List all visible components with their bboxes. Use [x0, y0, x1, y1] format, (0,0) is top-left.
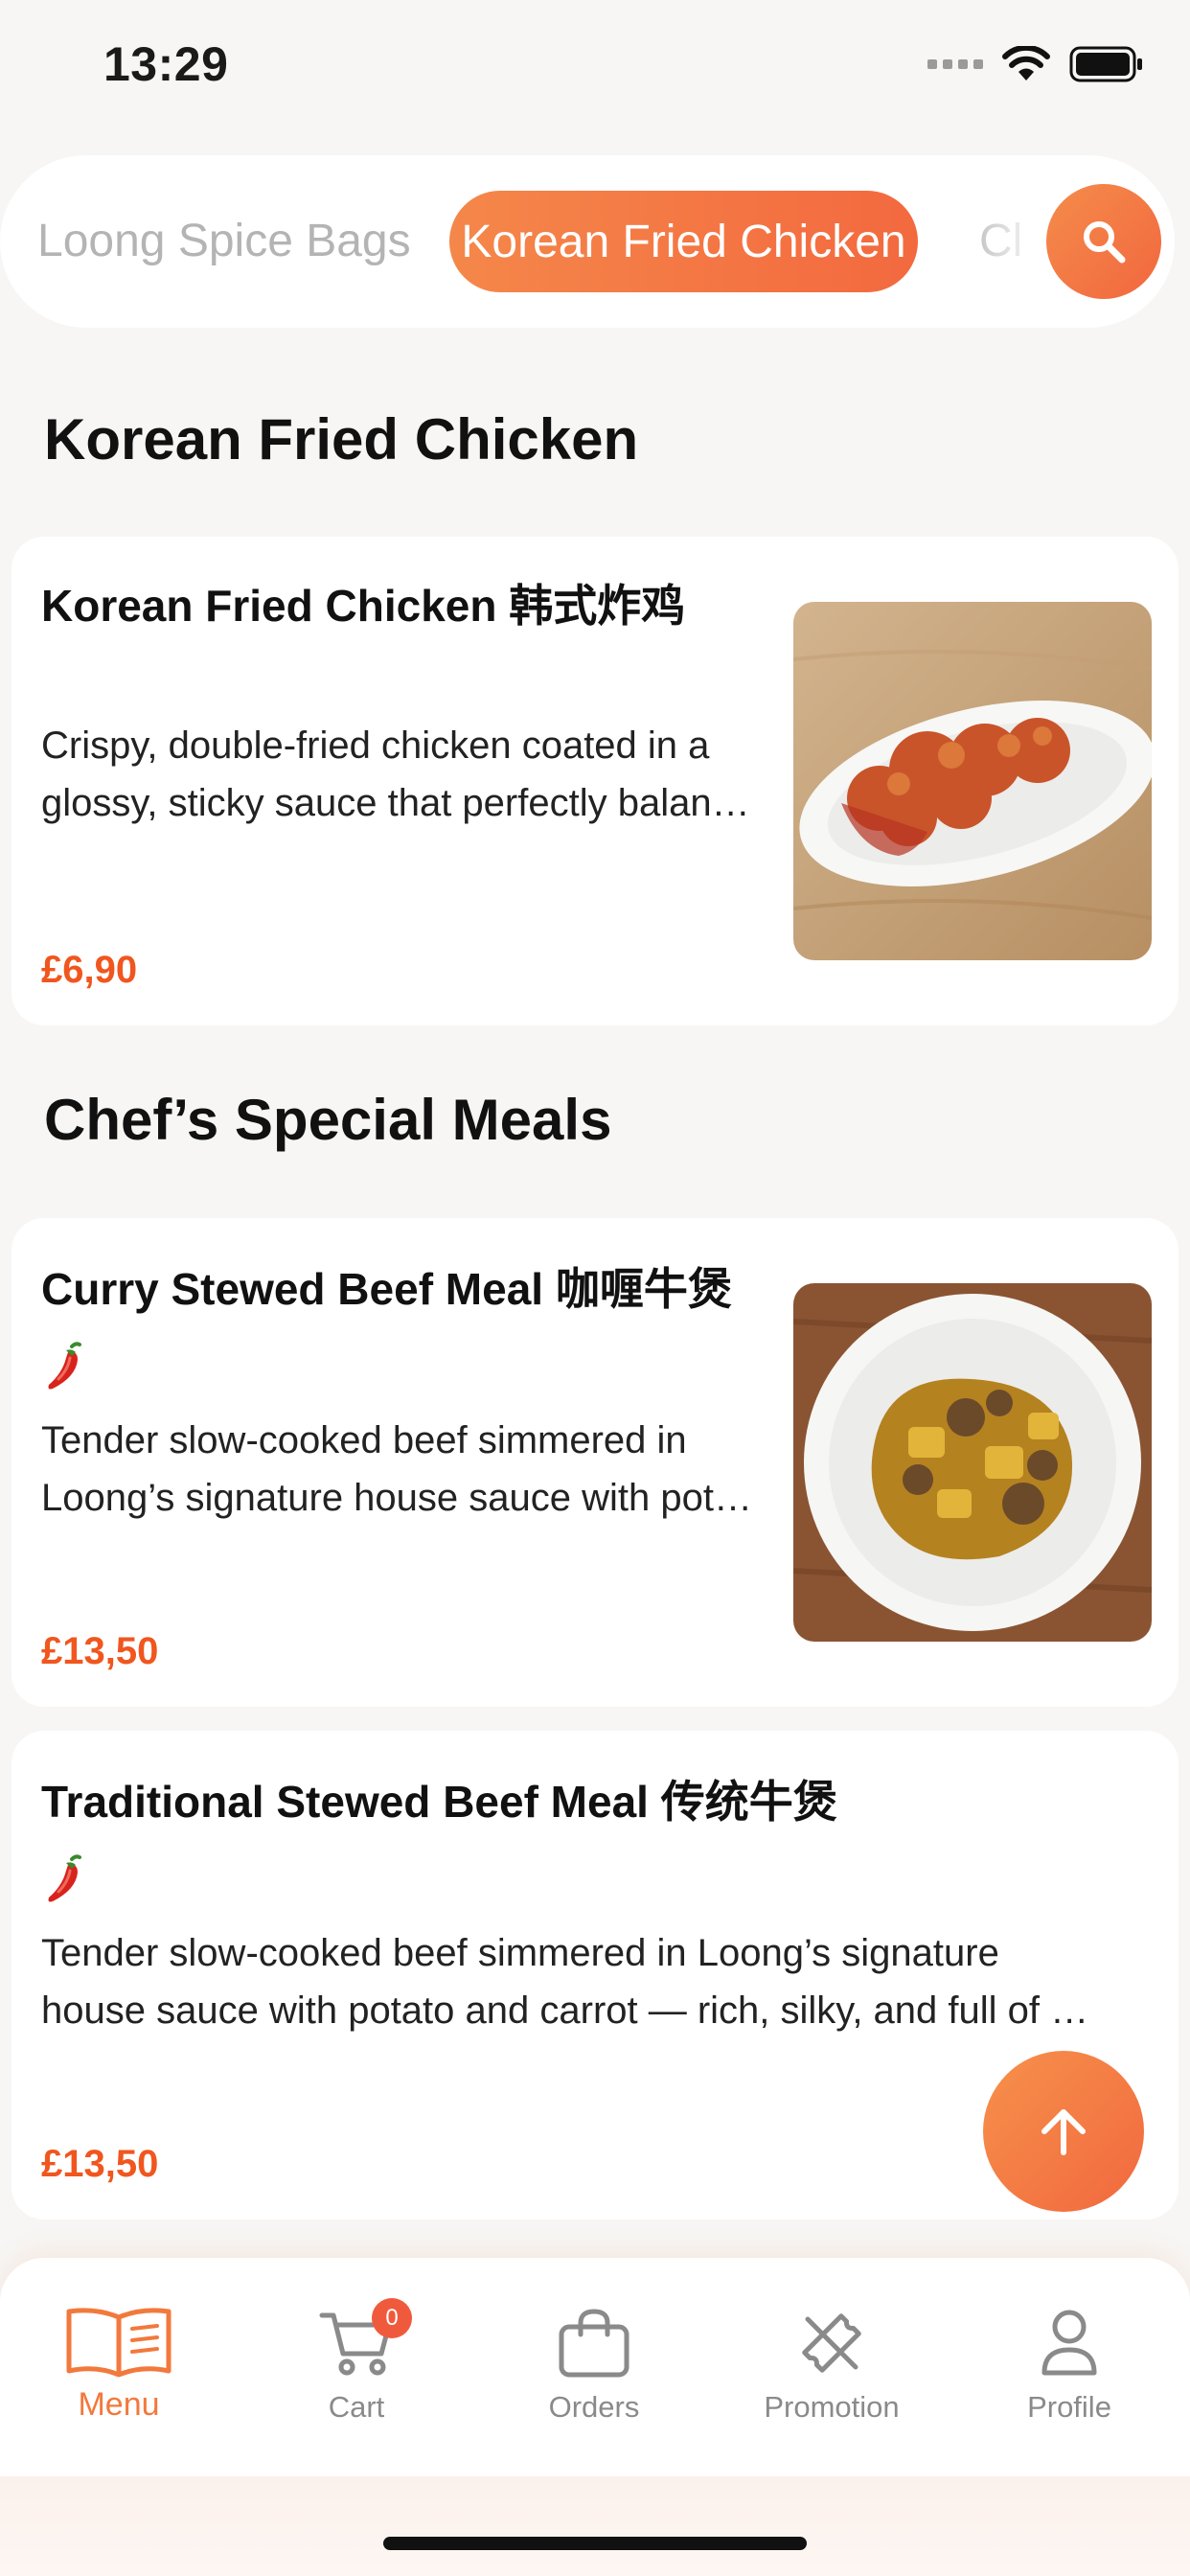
- status-icons: [927, 42, 1144, 86]
- tab-orders[interactable]: Orders: [475, 2258, 713, 2476]
- book-open-icon: [66, 2308, 172, 2378]
- bottom-safe-area: [0, 2476, 1190, 2576]
- ticket-icon: [802, 2313, 861, 2373]
- tab-menu[interactable]: Menu: [0, 2258, 238, 2476]
- item-name: Curry Stewed Beef Meal 咖喱牛煲: [41, 1264, 732, 1314]
- item-price: £6,90: [41, 949, 138, 991]
- bottom-tab-bar: Menu 0 Cart Orders Promotion Profile: [0, 2258, 1190, 2476]
- category-tab-loong-spice-bags[interactable]: Loong Spice Bags: [37, 155, 411, 328]
- cart-badge: 0: [372, 2298, 412, 2338]
- shopping-bag-icon: [559, 2309, 629, 2378]
- section-title-korean-fried-chicken: Korean Fried Chicken: [44, 407, 639, 472]
- status-time: 13:29: [103, 37, 229, 91]
- tab-label: Menu: [78, 2386, 160, 2423]
- chili-pepper-icon: [48, 1342, 81, 1390]
- item-description: Tender slow-cooked beef simmered in Loon…: [41, 1932, 1089, 2032]
- wifi-icon: [1002, 46, 1050, 80]
- item-description: Tender slow-cooked beef simmered in Loon…: [41, 1419, 752, 1519]
- cellular-signal-icon: [927, 59, 983, 69]
- item-price: £13,50: [41, 1630, 159, 1672]
- tab-label: Cart: [328, 2390, 385, 2424]
- person-icon: [1041, 2310, 1097, 2376]
- home-indicator[interactable]: [383, 2537, 807, 2550]
- tab-cart[interactable]: 0 Cart: [238, 2258, 475, 2476]
- search-button[interactable]: [1046, 184, 1161, 299]
- category-tab-korean-fried-chicken[interactable]: Korean Fried Chicken: [449, 191, 918, 292]
- tab-label: Orders: [548, 2390, 640, 2424]
- item-name: Traditional Stewed Beef Meal 传统牛煲: [41, 1777, 837, 1827]
- item-description: Crispy, double-fried chicken coated in a…: [41, 724, 750, 824]
- arrow-up-icon: [1041, 2109, 1086, 2155]
- item-price: £13,50: [41, 2143, 159, 2185]
- item-name: Korean Fried Chicken 韩式炸鸡: [41, 581, 686, 631]
- tab-promotion[interactable]: Promotion: [713, 2258, 950, 2476]
- battery-icon: [1069, 46, 1142, 82]
- tab-label: Promotion: [764, 2390, 900, 2424]
- menu-item-card[interactable]: Korean Fried Chicken 韩式炸鸡 Crispy, double…: [11, 537, 1179, 1025]
- search-icon: [1084, 221, 1126, 264]
- item-photo-curry-beef: [793, 1283, 1152, 1642]
- item-photo-fried-chicken: [793, 602, 1152, 960]
- tab-label: Profile: [1027, 2390, 1111, 2424]
- tab-profile[interactable]: Profile: [950, 2258, 1188, 2476]
- category-tabs: Loong Spice Bags Korean Fried Chicken Cl: [0, 155, 1175, 328]
- chili-pepper-icon: [48, 1854, 81, 1902]
- menu-item-card[interactable]: Curry Stewed Beef Meal 咖喱牛煲 Tender slow-…: [11, 1218, 1179, 1707]
- section-title-chefs-special-meals: Chef’s Special Meals: [44, 1088, 612, 1152]
- scroll-to-top-button[interactable]: [983, 2051, 1144, 2212]
